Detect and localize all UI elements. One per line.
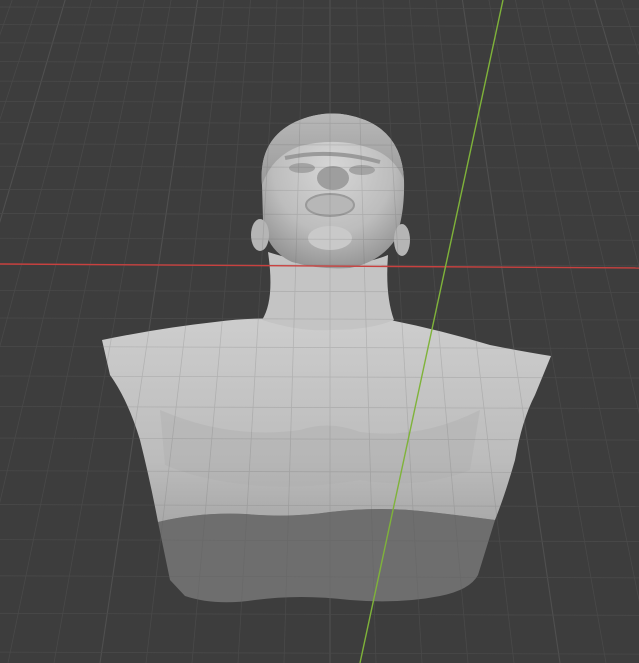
3d-viewport[interactable] — [0, 0, 639, 663]
overlay-grid-line — [0, 651, 639, 655]
bust-base — [158, 509, 495, 603]
overlay-grid-line — [0, 6, 639, 10]
overlay-grid-line — [0, 612, 639, 616]
overlay-grid-line — [0, 24, 639, 27]
overlay-grid-line — [0, 42, 639, 46]
nose — [317, 166, 349, 190]
viewport-canvas[interactable] — [0, 0, 639, 663]
left-ear — [251, 219, 269, 251]
bust-mesh[interactable] — [102, 113, 551, 603]
right-eye — [349, 165, 375, 175]
left-eye — [289, 163, 315, 173]
overlay-grid-line — [0, 100, 639, 104]
overlay-grid-line — [0, 61, 639, 65]
overlay-grid-line — [0, 80, 639, 84]
